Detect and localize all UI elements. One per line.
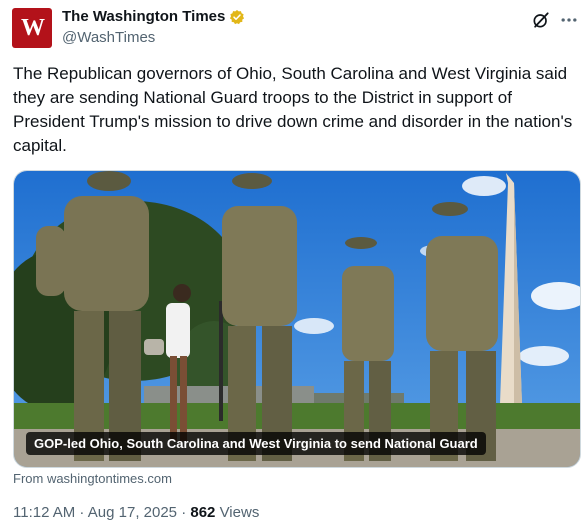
meta-separator: · <box>75 504 88 521</box>
link-source[interactable]: From washingtontimes.com <box>13 471 172 486</box>
views-label: Views <box>215 504 260 521</box>
tweet-meta: 11:12 AM · Aug 17, 2025 · 862 Views <box>13 504 259 521</box>
timestamp-date[interactable]: Aug 17, 2025 <box>88 504 177 521</box>
meta-separator: · <box>177 504 191 521</box>
avatar[interactable]: W <box>12 8 52 48</box>
more-dots-icon <box>561 18 577 22</box>
timestamp-time[interactable]: 11:12 AM <box>13 504 75 521</box>
news-photo <box>14 171 580 467</box>
author-handle[interactable]: @WashTimes <box>62 29 155 46</box>
tweet-text: The Republican governors of Ohio, South … <box>13 64 573 155</box>
tweet: W The Washington Times @WashTimes The Re… <box>0 0 585 529</box>
more-icon[interactable] <box>559 10 579 30</box>
media-card[interactable]: GOP-led Ohio, South Carolina and West Vi… <box>13 170 581 468</box>
author-name[interactable]: The Washington Times <box>62 8 225 25</box>
media-caption: GOP-led Ohio, South Carolina and West Vi… <box>26 432 486 455</box>
verified-badge-icon <box>230 9 245 24</box>
views-count: 862 <box>190 504 216 521</box>
avatar-logo: W <box>21 14 45 41</box>
author-row: The Washington Times <box>62 8 245 25</box>
grok-icon[interactable] <box>531 10 551 30</box>
